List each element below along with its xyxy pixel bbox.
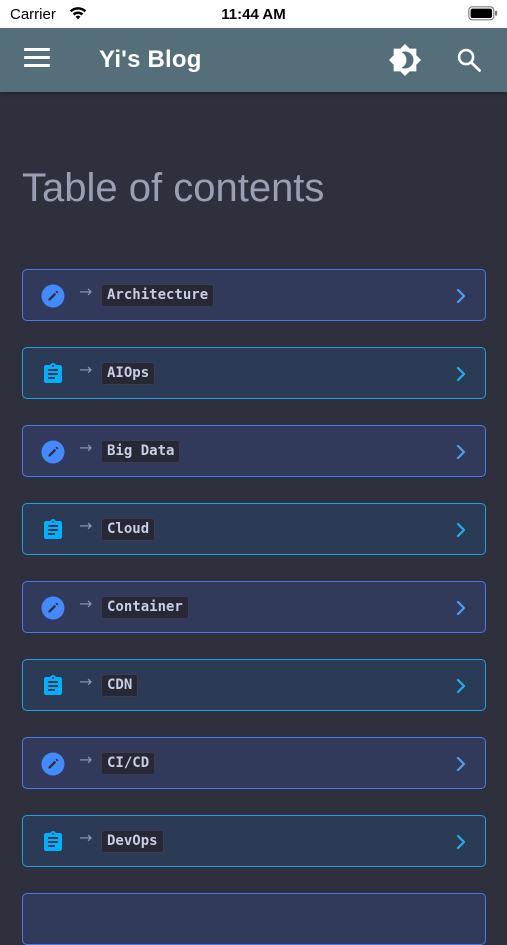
arrow-glyph: → xyxy=(79,438,93,457)
arrow-glyph: → xyxy=(79,594,93,613)
toc-item-devops[interactable]: → DevOps xyxy=(22,815,486,867)
toc-item-big-data[interactable]: → Big Data xyxy=(22,425,486,477)
toc-item-cdn[interactable]: → CDN xyxy=(22,659,486,711)
chevron-right-icon xyxy=(455,833,467,851)
toc-item-partial[interactable] xyxy=(22,893,486,945)
toc-item-label: AIOps xyxy=(101,362,156,385)
toc-item-cloud[interactable]: → Cloud xyxy=(22,503,486,555)
chevron-right-icon xyxy=(455,443,467,461)
app-title: Yi's Blog xyxy=(99,46,202,73)
chevron-right-icon xyxy=(455,755,467,773)
main-content: Table of contents → Architecture → AIOps… xyxy=(0,92,507,945)
toc-item-label: Cloud xyxy=(101,518,156,541)
toc-item-label: CDN xyxy=(101,674,139,697)
pencil-icon xyxy=(41,440,65,464)
search-icon[interactable] xyxy=(455,46,483,74)
arrow-glyph: → xyxy=(79,360,93,379)
chevron-right-icon xyxy=(455,521,467,539)
toc-item-label: Architecture xyxy=(101,284,215,307)
toc-item-label: CI/CD xyxy=(101,752,156,775)
pencil-icon xyxy=(41,752,65,776)
chevron-right-icon xyxy=(455,287,467,305)
chevron-right-icon xyxy=(455,677,467,695)
toc-item-aiops[interactable]: → AIOps xyxy=(22,347,486,399)
pencil-icon xyxy=(41,596,65,620)
arrow-glyph: → xyxy=(79,672,93,691)
clipboard-icon xyxy=(41,518,65,542)
chevron-right-icon xyxy=(455,599,467,617)
arrow-glyph: → xyxy=(79,282,93,301)
arrow-glyph: → xyxy=(79,516,93,535)
toc-item-container[interactable]: → Container xyxy=(22,581,486,633)
status-bar: Carrier 11:44 AM xyxy=(0,0,507,28)
toc-item-architecture[interactable]: → Architecture xyxy=(22,269,486,321)
clipboard-icon xyxy=(41,362,65,386)
menu-icon[interactable] xyxy=(24,48,52,72)
chevron-right-icon xyxy=(455,365,467,383)
arrow-glyph: → xyxy=(79,828,93,847)
toc-item-ci-cd[interactable]: → CI/CD xyxy=(22,737,486,789)
brightness-icon[interactable] xyxy=(388,43,422,77)
arrow-glyph: → xyxy=(79,750,93,769)
clock: 11:44 AM xyxy=(221,6,286,23)
toc-item-label: Big Data xyxy=(101,440,181,463)
toc-item-label: DevOps xyxy=(101,830,164,853)
pencil-icon xyxy=(41,284,65,308)
clipboard-icon xyxy=(41,674,65,698)
battery-icon xyxy=(468,6,498,25)
clipboard-icon xyxy=(41,830,65,854)
app-bar: Yi's Blog xyxy=(0,28,507,92)
page-title: Table of contents xyxy=(22,166,325,210)
toc-item-label: Container xyxy=(101,596,189,619)
